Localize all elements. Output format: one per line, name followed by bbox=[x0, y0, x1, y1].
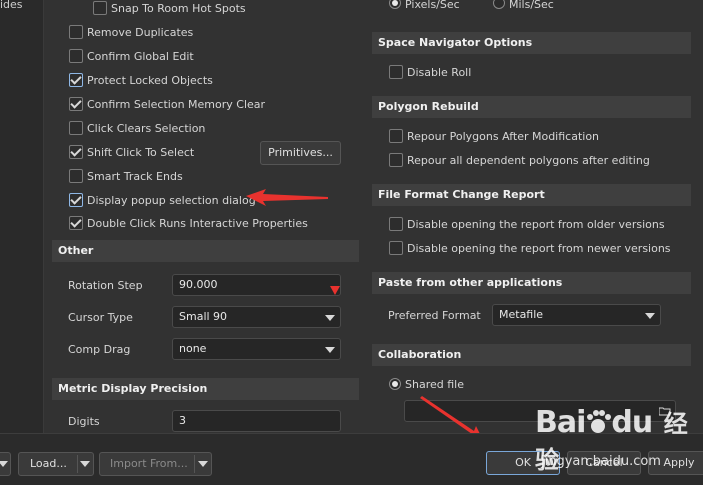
label-display-popup-selection-dialog: Display popup selection dialog bbox=[87, 194, 256, 207]
chevron-down-icon bbox=[0, 461, 8, 467]
label-smart-track-ends: Smart Track Ends bbox=[87, 170, 183, 183]
section-header-paste-from-other-applications: Paste from other applications bbox=[372, 272, 691, 294]
preferred-format-dropdown[interactable]: Metafile bbox=[492, 304, 661, 326]
checkbox-repour-all-dependent-polygons[interactable] bbox=[389, 153, 403, 167]
chevron-down-icon bbox=[198, 461, 208, 467]
annotation-arrow-icon bbox=[246, 189, 328, 206]
section-header-file-format-change-report: File Format Change Report bbox=[372, 184, 691, 206]
checkbox-double-click-runs-interactive-properties[interactable] bbox=[69, 216, 83, 230]
label-pixels-per-sec: Pixels/Sec bbox=[405, 0, 460, 11]
label-repour-all-dependent-polygons: Repour all dependent polygons after edit… bbox=[407, 154, 650, 167]
watermark-brand-2: du bbox=[611, 405, 653, 440]
comp-drag-dropdown[interactable]: none bbox=[172, 338, 341, 360]
import-from-button-label: Import From... bbox=[110, 457, 188, 470]
label-snap-to-room-hot-spots: Snap To Room Hot Spots bbox=[111, 2, 246, 15]
load-button[interactable]: Load... bbox=[18, 452, 94, 476]
section-header-polygon-rebuild: Polygon Rebuild bbox=[372, 96, 691, 118]
label-digits: Digits bbox=[68, 415, 100, 428]
checkbox-disable-report-older-versions[interactable] bbox=[389, 217, 403, 231]
label-disable-roll: Disable Roll bbox=[407, 66, 472, 79]
section-header-metric-display-precision: Metric Display Precision bbox=[52, 378, 359, 400]
checkbox-protect-locked-objects[interactable] bbox=[69, 73, 83, 87]
label-preferred-format: Preferred Format bbox=[388, 309, 481, 322]
load-button-label: Load... bbox=[30, 457, 67, 470]
checkbox-repour-polygons-after-modification[interactable] bbox=[389, 129, 403, 143]
watermark-url: jingyan.baidu.com bbox=[541, 454, 661, 469]
label-confirm-global-edit: Confirm Global Edit bbox=[87, 50, 194, 63]
checkbox-shift-click-to-select[interactable] bbox=[69, 145, 83, 159]
chevron-down-icon bbox=[645, 313, 655, 319]
radio-shared-file[interactable] bbox=[389, 378, 401, 390]
rotation-step-input[interactable]: 90.000 bbox=[172, 274, 341, 296]
label-rotation-step: Rotation Step bbox=[68, 279, 143, 292]
checkbox-confirm-global-edit[interactable] bbox=[69, 49, 83, 63]
watermark-brand: Bai bbox=[535, 405, 586, 440]
bottom-left-dropdown-button[interactable] bbox=[0, 452, 11, 476]
label-cursor-type: Cursor Type bbox=[68, 311, 133, 324]
button-divider bbox=[77, 455, 78, 473]
checkbox-smart-track-ends[interactable] bbox=[69, 169, 83, 183]
checkbox-disable-report-newer-versions[interactable] bbox=[389, 241, 403, 255]
checkbox-snap-to-room-hot-spots[interactable] bbox=[93, 1, 107, 15]
digits-input[interactable]: 3 bbox=[172, 410, 341, 432]
label-comp-drag: Comp Drag bbox=[68, 343, 131, 356]
annotation-triangle-icon bbox=[330, 286, 340, 295]
chevron-down-icon bbox=[325, 315, 335, 321]
label-click-clears-selection: Click Clears Selection bbox=[87, 122, 206, 135]
label-shared-file: Shared file bbox=[405, 378, 464, 391]
label-repour-polygons-after-modification: Repour Polygons After Modification bbox=[407, 130, 600, 143]
checkbox-remove-duplicates[interactable] bbox=[69, 25, 83, 39]
section-header-collaboration: Collaboration bbox=[372, 344, 691, 366]
checkbox-display-popup-selection-dialog[interactable] bbox=[69, 193, 83, 207]
label-shift-click-to-select: Shift Click To Select bbox=[87, 146, 195, 159]
paw-icon bbox=[587, 410, 612, 433]
primitives-button[interactable]: Primitives... bbox=[260, 141, 341, 165]
rotation-step-value: 90.000 bbox=[179, 278, 218, 291]
label-remove-duplicates: Remove Duplicates bbox=[87, 26, 194, 39]
label-disable-report-newer-versions: Disable opening the report from newer ve… bbox=[407, 242, 671, 255]
label-protect-locked-objects: Protect Locked Objects bbox=[87, 74, 213, 87]
comp-drag-value: none bbox=[179, 342, 207, 355]
checkbox-confirm-selection-memory-clear[interactable] bbox=[69, 97, 83, 111]
cursor-type-value: Small 90 bbox=[179, 310, 228, 323]
digits-value: 3 bbox=[179, 414, 186, 427]
import-from-button[interactable]: Import From... bbox=[99, 452, 212, 476]
section-header-space-navigator-options: Space Navigator Options bbox=[372, 32, 691, 54]
label-disable-report-older-versions: Disable opening the report from older ve… bbox=[407, 218, 665, 231]
checkbox-click-clears-selection[interactable] bbox=[69, 121, 83, 135]
cursor-type-dropdown[interactable]: Small 90 bbox=[172, 306, 341, 328]
chevron-down-icon bbox=[325, 347, 335, 353]
chevron-down-icon bbox=[80, 461, 90, 467]
button-divider bbox=[194, 455, 195, 473]
label-mils-per-sec: Mils/Sec bbox=[509, 0, 554, 11]
left-sidebar-strip: ides bbox=[0, 0, 44, 433]
preferred-format-value: Metafile bbox=[499, 308, 544, 321]
sidebar-cut-text: ides bbox=[0, 0, 23, 11]
section-header-other: Other bbox=[52, 240, 359, 262]
label-confirm-selection-memory-clear: Confirm Selection Memory Clear bbox=[87, 98, 266, 111]
label-double-click-runs-interactive-properties: Double Click Runs Interactive Properties bbox=[87, 217, 308, 230]
checkbox-disable-roll[interactable] bbox=[389, 65, 403, 79]
